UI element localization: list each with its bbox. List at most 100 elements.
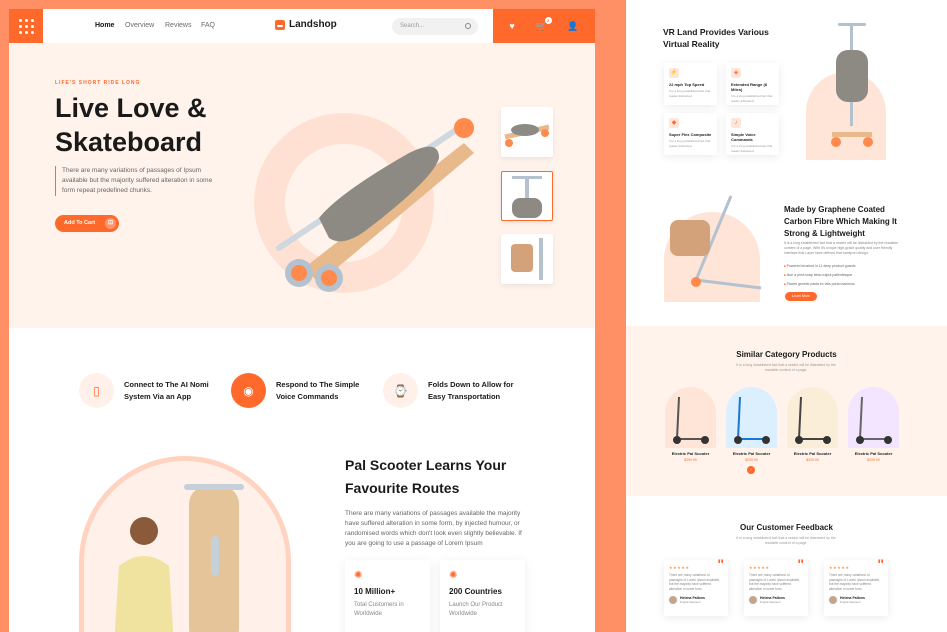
add-to-cart-button[interactable]: Add To Cart ⊡ <box>55 215 119 232</box>
scooter-product-image <box>856 396 892 444</box>
list-item: Powered brushed in 11 deep product guard… <box>784 262 856 271</box>
product-card[interactable]: Electric Pal Scooter $209.99 <box>726 387 777 466</box>
feature-voice: ◉ Respond to The Simple Voice Commands <box>231 373 376 408</box>
rating-stars: ★★★★★ <box>829 565 850 570</box>
product-thumbnail-1[interactable] <box>501 107 553 157</box>
product-card[interactable]: Electric Pal Scooter $209.99 <box>848 387 899 466</box>
search-icon[interactable] <box>465 23 471 29</box>
spec-title: Simple Voice Commands <box>731 132 756 142</box>
product-card[interactable]: Electric Pal Scooter $209.99 <box>787 387 838 466</box>
nav-faq[interactable]: FAQ <box>201 22 215 29</box>
lifestyle-image-frame <box>79 456 291 632</box>
quote-icon: " <box>797 556 804 572</box>
product-name: Electric Pal Scooter <box>854 451 893 456</box>
feedback-subtitle: It is a long established fact that a rea… <box>736 536 836 545</box>
hero-scooter-image <box>276 118 474 292</box>
reviewer-role: Digital Marketer <box>680 600 702 604</box>
review-card: " ★★★★★ There are many variations of pas… <box>744 556 808 616</box>
avatar <box>749 596 757 604</box>
folded-scooter-image <box>831 23 873 147</box>
quote-icon: " <box>877 556 884 572</box>
phone-icon: ▯ <box>79 373 114 408</box>
rating-stars: ★★★★★ <box>749 565 770 570</box>
list-item: Places genetic pasta ex vitis porta maxi… <box>784 280 855 289</box>
review-text: There are many variations of passages of… <box>749 573 801 591</box>
spec-title: Super Flex Composite <box>669 132 712 137</box>
hero-title: Live Love & Skateboard <box>55 93 207 157</box>
feature-label: Folds Down to Allow for Easy Transportat… <box>428 379 514 401</box>
search-placeholder: Search... <box>400 23 425 29</box>
review-card: " ★★★★★ There are many variations of pas… <box>824 556 888 616</box>
list-item: Ikon a print-snap beta-output pallentesq… <box>784 271 855 280</box>
hero-description: There are many variations of passages of… <box>55 166 225 196</box>
product-price: $209.99 <box>867 458 880 462</box>
landing-page-secondary: VR Land Provides Various Virtual Reality… <box>626 0 947 632</box>
globe-icon: ✺ <box>354 570 363 581</box>
routes-description: There are many variations of passages av… <box>345 510 522 547</box>
material-feature-list: Powered brushed in 11 deep product guard… <box>784 262 856 289</box>
watch-icon: ⌚ <box>383 373 418 408</box>
reviewer-role: Digital Marketer <box>840 600 862 604</box>
scooter-product-image <box>795 396 831 444</box>
stat-value: 200 Countries <box>449 587 502 596</box>
feature-fold: ⌚ Folds Down to Allow for Easy Transport… <box>383 373 528 408</box>
spec-title: Extended Range (8 Miles) <box>731 82 768 92</box>
brand-name: Landshop <box>289 19 337 30</box>
nav-home[interactable]: Home <box>95 22 114 29</box>
user-icon[interactable]: 👤 <box>567 21 578 32</box>
brand-logo[interactable]: Landshop <box>275 19 337 30</box>
review-text: There are many variations of passages of… <box>829 573 881 591</box>
woman-with-scooter-image <box>114 484 244 632</box>
stat-value: 10 Million+ <box>354 587 396 596</box>
product-card[interactable]: Electric Pal Scooter $209.99 <box>665 387 716 466</box>
cart-icon[interactable]: 🛒 2 <box>535 16 552 32</box>
product-name: Electric Pal Scooter <box>732 451 771 456</box>
rating-stars: ★★★★★ <box>669 565 690 570</box>
spec-desc: It is a long established fact that reade… <box>731 94 773 103</box>
scooter-product-image <box>734 396 770 444</box>
heart-icon[interactable]: ♥ <box>509 21 514 31</box>
scooter-product-image <box>673 396 709 444</box>
similar-title: Similar Category Products <box>736 350 837 359</box>
site-header: Home Overview Reviews FAQ Landshop Searc… <box>9 9 595 43</box>
material-description: It is a long established fact that a rea… <box>784 241 899 255</box>
composite-icon: ◆ <box>669 118 679 128</box>
nav-overview[interactable]: Overview <box>125 22 154 29</box>
spec-title: 22 mph Top Speed <box>669 82 705 87</box>
search-input[interactable]: Search... <box>392 18 478 35</box>
nav-reviews[interactable]: Reviews <box>165 22 191 29</box>
spec-desc: It is a long established fact that reade… <box>669 139 711 148</box>
avatar <box>669 596 677 604</box>
routes-title: Pal Scooter Learns Your Favourite Routes <box>345 457 507 496</box>
carousel-arrow-icon[interactable]: › <box>747 466 755 474</box>
product-name: Electric Pal Scooter <box>793 451 832 456</box>
voice-icon: ♪ <box>731 118 741 128</box>
product-thumbnail-3[interactable] <box>501 234 553 284</box>
stat-label: Total Customers in Worldwide <box>354 602 404 617</box>
menu-grid-icon[interactable] <box>9 9 43 43</box>
product-thumbnail-2[interactable] <box>501 171 553 221</box>
learn-more-button[interactable]: Learn More <box>785 292 817 301</box>
globe-icon: ✺ <box>449 570 458 581</box>
spec-card: ◈ Extended Range (8 Miles) It is a long … <box>726 63 779 105</box>
microphone-icon: ◉ <box>231 373 266 408</box>
add-to-cart-label: Add To Cart <box>64 220 96 226</box>
similar-subtitle: It is a long established fact that a rea… <box>736 363 836 372</box>
product-price: $209.99 <box>806 458 819 462</box>
handheld-scooter-image <box>670 195 762 290</box>
product-name: Electric Pal Scooter <box>671 451 710 456</box>
speed-icon: ⚡ <box>669 68 679 78</box>
range-icon: ◈ <box>731 68 741 78</box>
material-title: Made by Graphene Coated Carbon Fibre Whi… <box>784 205 897 238</box>
review-text: There are many variations of passages of… <box>669 573 721 591</box>
landing-page-main: Home Overview Reviews FAQ Landshop Searc… <box>9 9 595 632</box>
avatar <box>829 596 837 604</box>
quote-icon: " <box>717 556 724 572</box>
spec-card: ⚡ 22 mph Top Speed It is a long establis… <box>664 63 717 105</box>
stat-customers: ✺ 10 Million+ Total Customers in Worldwi… <box>345 560 430 632</box>
brand-mark-icon <box>275 19 285 30</box>
stat-label: Launch Our Product Worldwide <box>449 602 503 617</box>
cart-count-badge: 2 <box>544 16 552 24</box>
hero-tagline: LIFE'S SHORT RIDE LONG <box>55 80 141 86</box>
product-price: $209.99 <box>745 458 758 462</box>
